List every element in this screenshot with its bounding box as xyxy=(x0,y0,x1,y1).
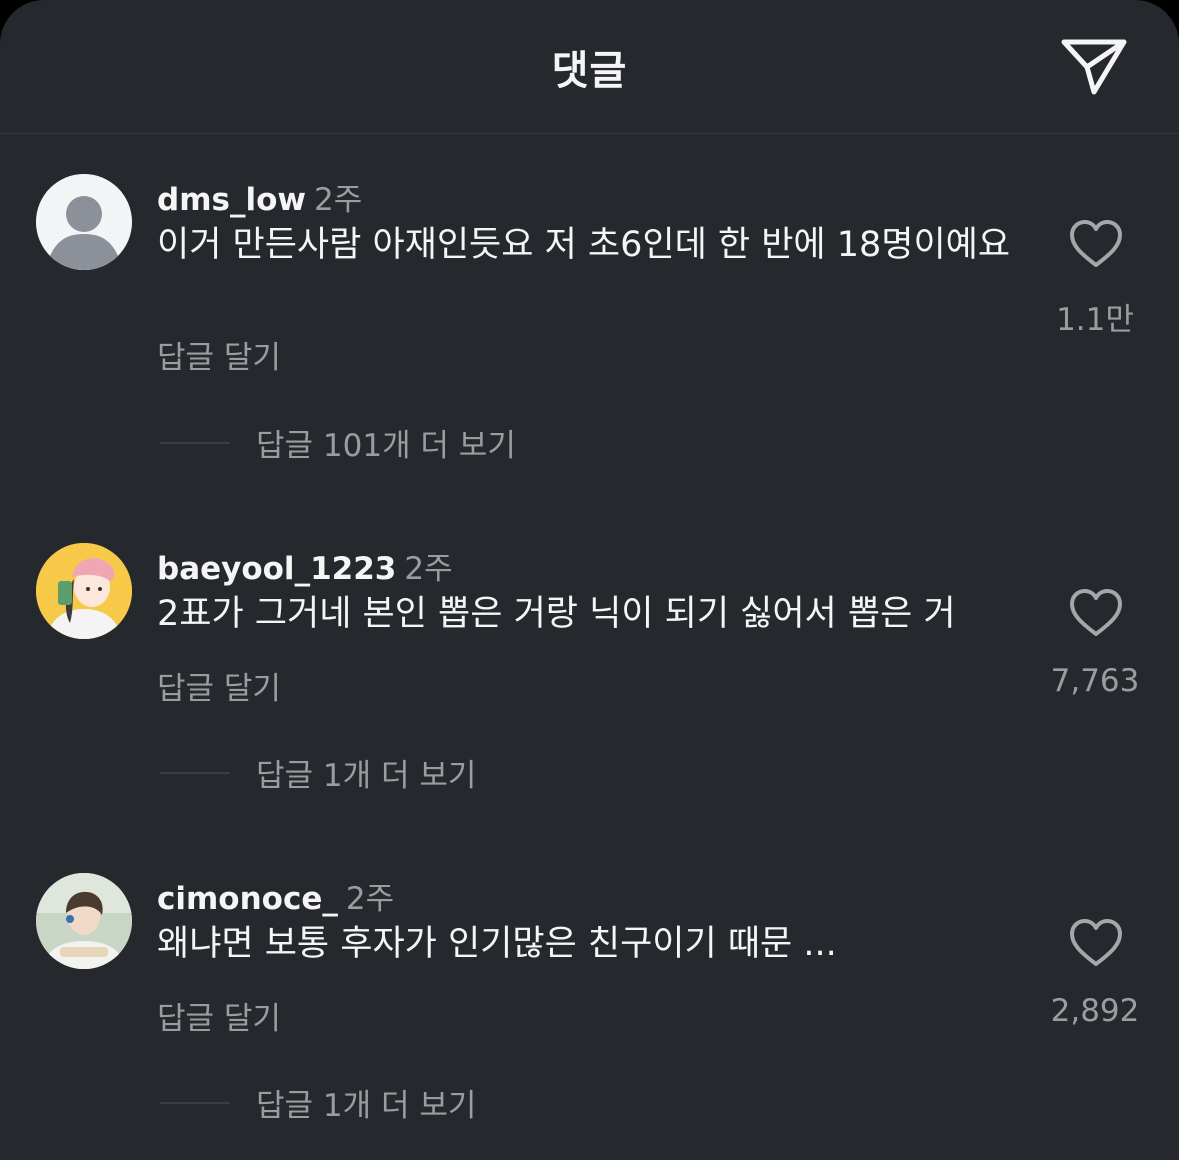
comment-text: 왜냐면 보통 후자가 인기많은 친구이기 때문 ... xyxy=(157,924,837,964)
like-count: 1.1만 xyxy=(1056,302,1134,338)
default-avatar-icon xyxy=(36,174,132,270)
comment-text: 2표가 그거네 본인 뽑은 거랑 닉이 되기 싫어서 뽑은 거 xyxy=(157,594,956,634)
like-button[interactable] xyxy=(1068,917,1124,969)
like-button[interactable] xyxy=(1068,218,1124,270)
comments-sheet: 댓글 dms_low 2주 이거 만든사람 아재인듯요 저 초6인데 한 반에 1… xyxy=(0,0,1179,1160)
divider-line xyxy=(160,1102,230,1104)
comment-meta: dms_low 2주 xyxy=(157,174,362,219)
comment-text: 이거 만든사람 아재인듯요 저 초6인데 한 반에 18명이예요 xyxy=(157,225,1011,265)
reply-button[interactable]: 답글 달기 xyxy=(157,663,281,708)
page-title: 댓글 xyxy=(551,48,628,94)
view-replies-label: 답글 101개 더 보기 xyxy=(256,428,516,464)
illustrated-avatar xyxy=(36,543,132,639)
heart-icon xyxy=(1070,919,1122,966)
username[interactable]: dms_low xyxy=(157,182,306,218)
like-count: 2,892 xyxy=(1050,993,1140,1029)
paper-plane-icon xyxy=(1061,39,1127,95)
share-button[interactable] xyxy=(1058,34,1130,98)
reply-button[interactable]: 답글 달기 xyxy=(157,332,281,377)
avatar[interactable] xyxy=(36,543,132,639)
divider-line xyxy=(160,442,230,444)
photo-avatar xyxy=(36,873,132,969)
username[interactable]: cimonoce_ xyxy=(157,881,338,917)
username[interactable]: baeyool_1223 xyxy=(157,551,396,587)
comment-meta: cimonoce_ 2주 xyxy=(157,873,394,918)
comment-time: 2주 xyxy=(404,551,453,587)
avatar[interactable] xyxy=(36,873,132,969)
view-replies-label: 답글 1개 더 보기 xyxy=(256,758,477,794)
comment-meta: baeyool_1223 2주 xyxy=(157,543,453,588)
like-count: 7,763 xyxy=(1050,663,1140,699)
like-button[interactable] xyxy=(1068,587,1124,639)
comments-header: 댓글 xyxy=(0,0,1179,134)
heart-icon xyxy=(1070,220,1122,267)
comment-time: 2주 xyxy=(345,881,395,917)
heart-icon xyxy=(1070,589,1122,636)
divider-line xyxy=(160,772,230,774)
comment-time: 2주 xyxy=(314,182,363,218)
view-replies-label: 답글 1개 더 보기 xyxy=(256,1088,477,1124)
avatar[interactable] xyxy=(36,174,132,270)
reply-button[interactable]: 답글 달기 xyxy=(157,993,281,1038)
